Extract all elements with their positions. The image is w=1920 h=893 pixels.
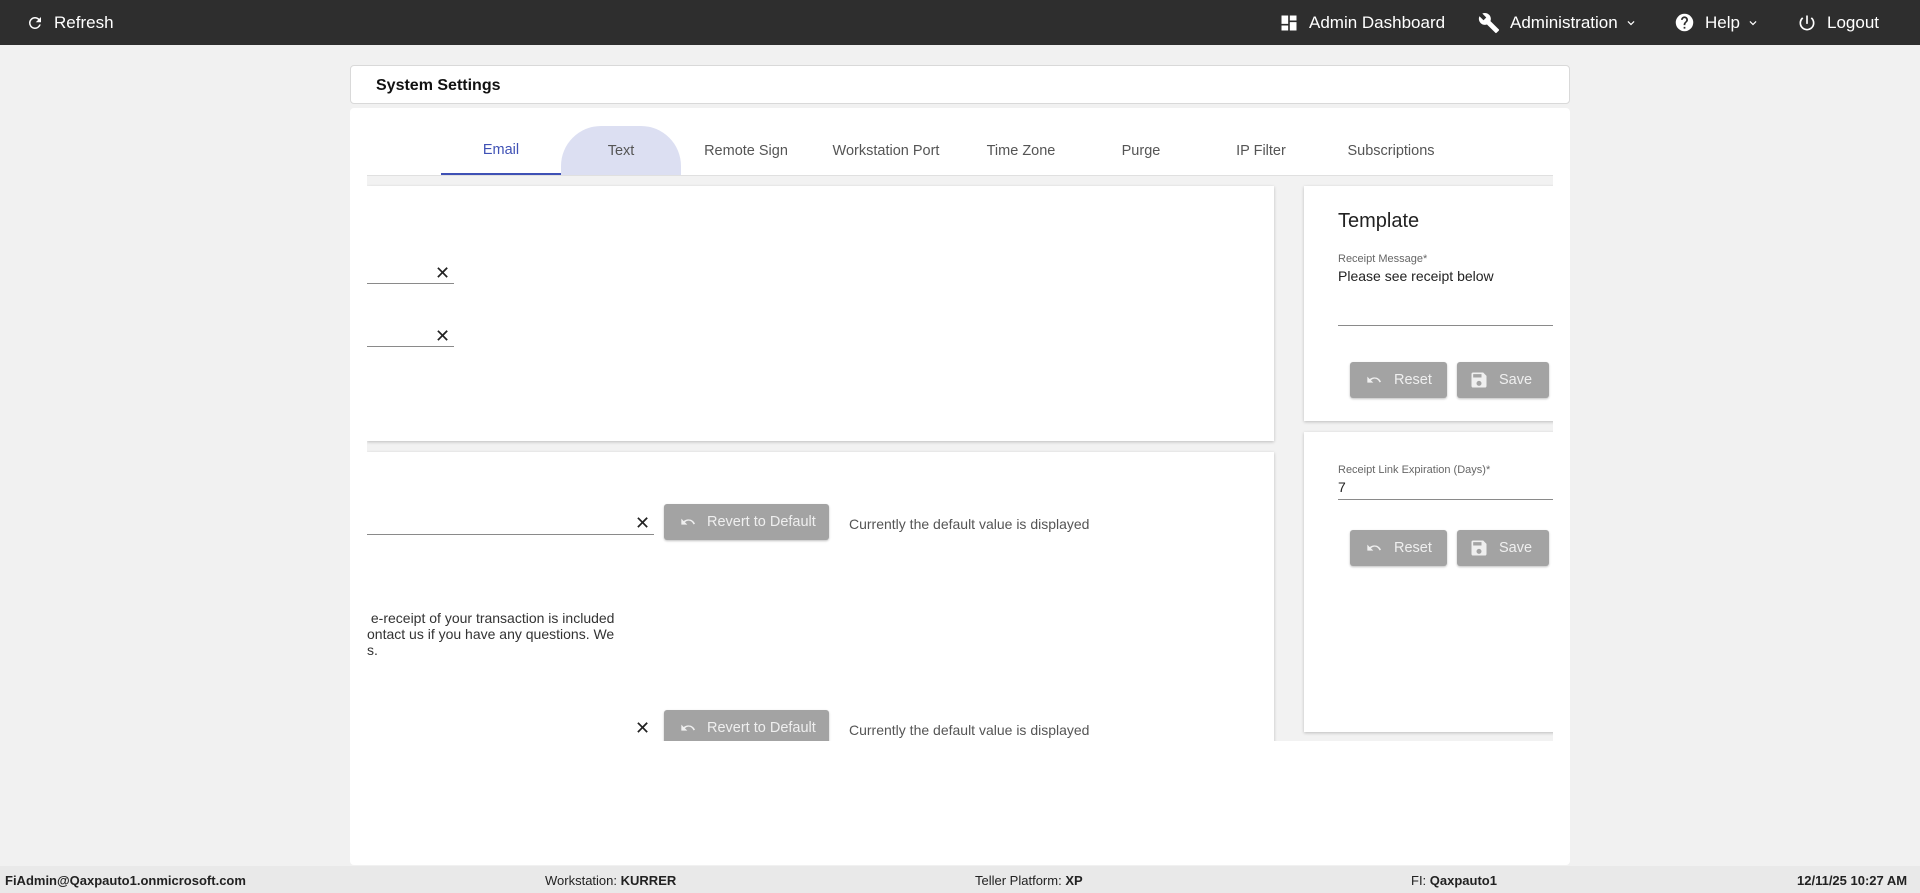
logout-button[interactable]: Logout bbox=[1797, 0, 1879, 45]
reset-label: Reset bbox=[1394, 540, 1432, 556]
save-button[interactable]: Save bbox=[1457, 530, 1549, 566]
undo-icon bbox=[1367, 376, 1381, 383]
footer-fi: FI: Qaxpauto1 bbox=[1411, 873, 1497, 888]
tab-label: Email bbox=[482, 141, 520, 158]
page-title: System Settings bbox=[376, 77, 501, 94]
tab-label: Remote Sign bbox=[704, 142, 788, 159]
help-label: Help bbox=[1705, 12, 1740, 32]
text-field[interactable] bbox=[367, 508, 654, 535]
save-icon bbox=[1471, 540, 1487, 556]
revert-label: Revert to Default bbox=[707, 720, 816, 736]
top-navigation-bar: Refresh Admin Dashboard Administration H… bbox=[0, 0, 1920, 45]
left-settings-card: ✕ ✕ bbox=[367, 186, 1274, 441]
template-heading: Template bbox=[1338, 210, 1420, 232]
footer-workstation: Workstation: KURRER bbox=[545, 873, 677, 888]
save-label: Save bbox=[1499, 540, 1533, 556]
clear-field-button[interactable]: ✕ bbox=[635, 719, 650, 737]
receipt-message-value: Please see receipt below bbox=[1338, 268, 1494, 284]
tab-label: IP Filter bbox=[1236, 142, 1286, 159]
tab-ip-filter[interactable]: IP Filter bbox=[1201, 126, 1321, 175]
message-line: e-receipt of your transaction is include… bbox=[367, 610, 615, 626]
footer-teller-platform: Teller Platform: XP bbox=[975, 873, 1083, 888]
settings-panel: Email Text Remote Sign Workstation Port … bbox=[350, 108, 1570, 865]
admin-dashboard-link[interactable]: Admin Dashboard bbox=[1279, 0, 1445, 45]
message-line: ontact us if you have any questions. We bbox=[367, 626, 615, 642]
revert-label: Revert to Default bbox=[707, 514, 816, 530]
receipt-expiration-card: Receipt Link Expiration (Days)* 7 Reset … bbox=[1304, 432, 1553, 732]
tab-purge[interactable]: Purge bbox=[1081, 126, 1201, 175]
save-icon bbox=[1471, 372, 1487, 388]
refresh-icon bbox=[28, 16, 41, 29]
settings-tabs: Email Text Remote Sign Workstation Port … bbox=[367, 126, 1553, 176]
tab-label: Workstation Port bbox=[832, 142, 940, 159]
page-title-card: System Settings bbox=[350, 65, 1570, 104]
reset-label: Reset bbox=[1394, 372, 1432, 388]
save-label: Save bbox=[1499, 372, 1533, 388]
tab-content-area: ✕ ✕ ✕ Revert to Default Currently the de… bbox=[367, 176, 1553, 741]
refresh-label: Refresh bbox=[54, 12, 114, 32]
tab-label: Text bbox=[607, 142, 635, 159]
receipt-message-input[interactable]: Please see receipt below bbox=[1338, 267, 1553, 326]
default-value-hint: Currently the default value is displayed bbox=[849, 722, 1090, 738]
tab-remote-sign[interactable]: Remote Sign bbox=[681, 126, 811, 175]
tab-label: Subscriptions bbox=[1347, 142, 1435, 159]
logout-label: Logout bbox=[1827, 12, 1879, 32]
tab-time-zone[interactable]: Time Zone bbox=[961, 126, 1081, 175]
help-menu[interactable]: Help bbox=[1674, 0, 1760, 45]
admin-dashboard-label: Admin Dashboard bbox=[1309, 12, 1446, 32]
reset-button[interactable]: Reset bbox=[1350, 362, 1447, 398]
administration-menu[interactable]: Administration bbox=[1478, 0, 1638, 45]
undo-icon bbox=[681, 518, 695, 525]
chevron-down-icon bbox=[1749, 20, 1757, 25]
revert-to-default-button[interactable]: Revert to Default bbox=[664, 710, 829, 741]
help-icon bbox=[1675, 13, 1694, 32]
clear-field-button[interactable]: ✕ bbox=[435, 327, 450, 345]
tab-email[interactable]: Email bbox=[441, 126, 561, 175]
wrench-icon bbox=[1478, 12, 1500, 33]
reset-button[interactable]: Reset bbox=[1350, 530, 1447, 566]
refresh-button[interactable]: Refresh bbox=[26, 0, 114, 45]
default-value-hint: Currently the default value is displayed bbox=[849, 516, 1090, 532]
clear-field-button[interactable]: ✕ bbox=[635, 514, 650, 532]
revert-to-default-button[interactable]: Revert to Default bbox=[664, 504, 829, 540]
left-message-card: ✕ Revert to Default Currently the defaul… bbox=[367, 452, 1274, 741]
template-card: Template Receipt Message* Please see rec… bbox=[1304, 186, 1553, 421]
tab-subscriptions[interactable]: Subscriptions bbox=[1321, 126, 1461, 175]
message-line: s. bbox=[367, 642, 378, 658]
clear-field-button[interactable]: ✕ bbox=[435, 264, 450, 282]
undo-icon bbox=[681, 724, 695, 731]
status-footer: FiAdmin@Qaxpauto1.onmicrosoft.com Workst… bbox=[0, 866, 1920, 893]
receipt-link-expiration-label: Receipt Link Expiration (Days)* bbox=[1338, 464, 1491, 476]
footer-user: FiAdmin@Qaxpauto1.onmicrosoft.com bbox=[5, 873, 246, 888]
save-button[interactable]: Save bbox=[1457, 362, 1549, 398]
tab-label: Purge bbox=[1121, 142, 1161, 159]
tab-workstation-port[interactable]: Workstation Port bbox=[811, 126, 961, 175]
tab-label: Time Zone bbox=[986, 142, 1056, 159]
receipt-message-label: Receipt Message* bbox=[1338, 253, 1428, 265]
chevron-down-icon bbox=[1627, 20, 1635, 25]
tab-text[interactable]: Text bbox=[561, 126, 681, 175]
undo-icon bbox=[1367, 544, 1381, 551]
dashboard-icon bbox=[1281, 15, 1297, 30]
administration-label: Administration bbox=[1510, 12, 1618, 32]
footer-datetime: 12/11/25 10:27 AM bbox=[1797, 873, 1908, 888]
receipt-link-expiration-input[interactable]: 7 bbox=[1338, 477, 1553, 500]
receipt-link-expiration-value: 7 bbox=[1338, 479, 1346, 495]
power-icon bbox=[1799, 15, 1815, 30]
